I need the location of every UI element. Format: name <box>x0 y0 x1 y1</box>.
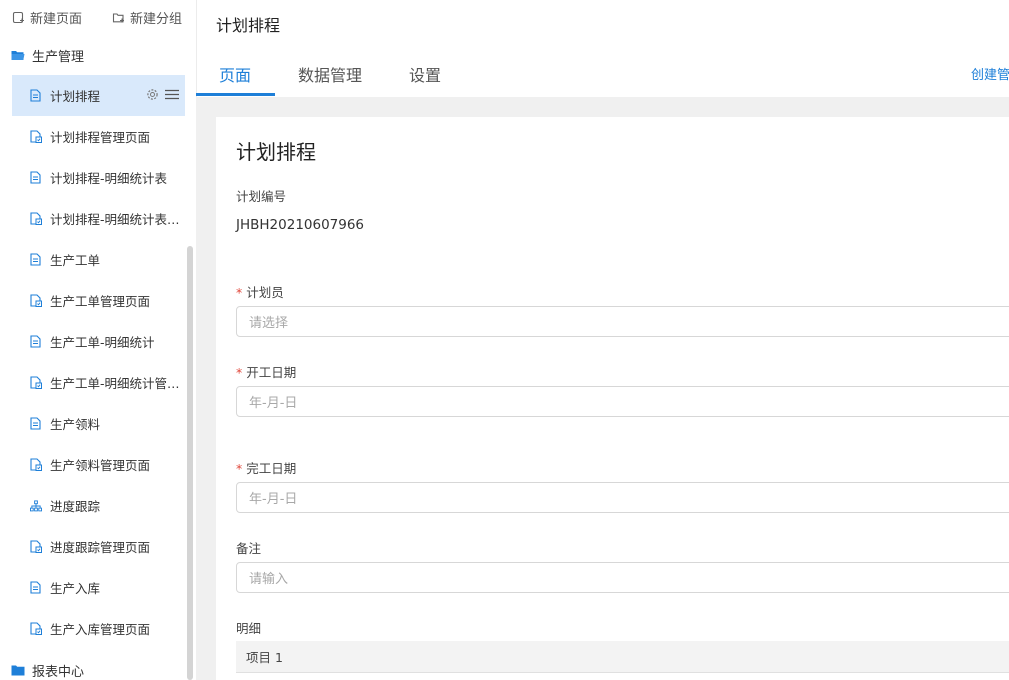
end-date-placeholder: 年-月-日 <box>249 492 298 507</box>
group-label: 报表中心 <box>32 664 85 680</box>
plan-no-value: JHBH20210607966 <box>236 217 365 233</box>
sidebar-item[interactable]: 生产领料 <box>12 403 185 444</box>
sidebar-item-label: 生产入库 <box>50 581 101 596</box>
sidebar-item-label: 生产工单-明细统计管理页面 <box>50 376 185 391</box>
new-group-button[interactable]: 新建分组 <box>112 6 182 28</box>
drag-handle-icon[interactable] <box>165 89 179 100</box>
manage-page-icon <box>30 622 42 636</box>
sidebar: 新建页面 新建分组 生产管理 计划排程 计划排程管理页面 计划排程-明细统计表 … <box>0 0 197 680</box>
folder-icon <box>11 665 25 676</box>
start-date-input[interactable]: 年-月-日 <box>236 386 1009 417</box>
new-page-button[interactable]: 新建页面 <box>12 6 82 28</box>
planner-placeholder: 请选择 <box>249 316 289 331</box>
manage-page-icon <box>30 458 42 472</box>
sidebar-item-label: 计划排程-明细统计表管理页面 <box>50 212 185 227</box>
sidebar-item[interactable]: 生产工单-明细统计管理页面 <box>12 362 185 403</box>
folder-open-icon <box>11 51 25 60</box>
sidebar-item[interactable]: 计划排程-明细统计表 <box>12 157 185 198</box>
required-mark: * <box>236 365 243 380</box>
group-label: 生产管理 <box>32 49 85 65</box>
sidebar-scrollbar[interactable] <box>187 246 193 680</box>
sidebar-item[interactable]: 进度跟踪管理页面 <box>12 526 185 567</box>
end-date-input[interactable]: 年-月-日 <box>236 482 1009 513</box>
sidebar-item-label: 生产领料 <box>50 417 101 432</box>
detail-label: 明细 <box>236 621 262 636</box>
item-tools <box>140 88 179 101</box>
group-production[interactable]: 生产管理 <box>11 45 84 65</box>
page-icon <box>30 417 42 431</box>
remark-label: 备注 <box>236 541 262 556</box>
create-link[interactable]: 创建管 <box>971 64 1009 83</box>
new-group-icon <box>112 12 124 22</box>
form-title: 计划排程 <box>236 140 316 164</box>
tab-data-management[interactable]: 数据管理 <box>298 62 362 86</box>
sidebar-item[interactable]: 生产入库 <box>12 567 185 608</box>
start-date-label-text: 开工日期 <box>246 365 297 380</box>
detail-table-header: 项目 1 <box>236 641 1009 673</box>
sidebar-item-label: 生产工单管理页面 <box>50 294 151 309</box>
start-date-label: * 开工日期 <box>236 362 296 381</box>
planner-label: * 计划员 <box>236 282 284 301</box>
sidebar-item-label: 生产工单-明细统计 <box>50 335 155 350</box>
tab-settings[interactable]: 设置 <box>409 62 441 86</box>
new-group-label: 新建分组 <box>130 11 183 27</box>
group-reports[interactable]: 报表中心 <box>11 660 84 680</box>
sidebar-item[interactable]: 生产工单-明细统计 <box>12 321 185 362</box>
page-icon <box>30 253 42 267</box>
sidebar-item-plan-schedule[interactable]: 计划排程 <box>12 75 185 116</box>
sidebar-item[interactable]: 生产工单 <box>12 239 185 280</box>
active-tab-indicator <box>196 93 275 96</box>
sidebar-item-label: 生产工单 <box>50 253 101 268</box>
manage-page-icon <box>30 212 42 226</box>
new-page-icon <box>12 11 24 23</box>
start-date-placeholder: 年-月-日 <box>249 396 298 411</box>
main-panel: 计划排程 页面 数据管理 设置 创建管 计划排程 计划编号 JHBH202106… <box>196 0 1009 680</box>
org-chart-icon <box>30 499 42 513</box>
sidebar-item-label: 进度跟踪 <box>50 499 101 514</box>
sidebar-item[interactable]: 计划排程管理页面 <box>12 116 185 157</box>
sidebar-item[interactable]: 生产领料管理页面 <box>12 444 185 485</box>
required-mark: * <box>236 285 243 300</box>
page-title: 计划排程 <box>216 16 281 35</box>
detail-column-header: 项目 1 <box>246 650 283 665</box>
tab-page[interactable]: 页面 <box>219 62 251 86</box>
form-card: 计划排程 计划编号 JHBH20210607966 * 计划员 请选择 * 开工日期… <box>216 117 1009 680</box>
sidebar-actions: 新建页面 新建分组 <box>0 6 196 28</box>
page-icon <box>30 171 42 185</box>
sidebar-item[interactable]: 生产入库管理页面 <box>12 608 185 649</box>
sidebar-item[interactable]: 生产工单管理页面 <box>12 280 185 321</box>
remark-placeholder: 请输入 <box>249 572 289 587</box>
sidebar-item-label: 计划排程-明细统计表 <box>50 171 168 186</box>
sidebar-item-label: 进度跟踪管理页面 <box>50 540 151 555</box>
gear-icon[interactable] <box>146 88 159 101</box>
page-icon <box>30 581 42 595</box>
required-mark: * <box>236 461 243 476</box>
new-page-label: 新建页面 <box>30 11 83 27</box>
manage-page-icon <box>30 294 42 308</box>
manage-page-icon <box>30 376 42 390</box>
planner-select[interactable]: 请选择 <box>236 306 1009 337</box>
end-date-label: * 完工日期 <box>236 458 296 477</box>
sidebar-item-label: 生产领料管理页面 <box>50 458 151 473</box>
remark-input[interactable]: 请输入 <box>236 562 1009 593</box>
sidebar-item-label: 计划排程 <box>50 89 101 104</box>
planner-label-text: 计划员 <box>246 285 284 300</box>
end-date-label-text: 完工日期 <box>246 461 297 476</box>
sidebar-item[interactable]: 计划排程-明细统计表管理页面 <box>12 198 185 239</box>
sidebar-item-label: 计划排程管理页面 <box>50 130 151 145</box>
tab-bar: 页面 数据管理 设置 创建管 <box>196 48 1009 98</box>
page-icon <box>30 89 42 103</box>
manage-page-icon <box>30 540 42 554</box>
sidebar-item[interactable]: 进度跟踪 <box>12 485 185 526</box>
plan-no-label: 计划编号 <box>236 189 287 204</box>
sidebar-item-label: 生产入库管理页面 <box>50 622 151 637</box>
manage-page-icon <box>30 130 42 144</box>
page-icon <box>30 335 42 349</box>
